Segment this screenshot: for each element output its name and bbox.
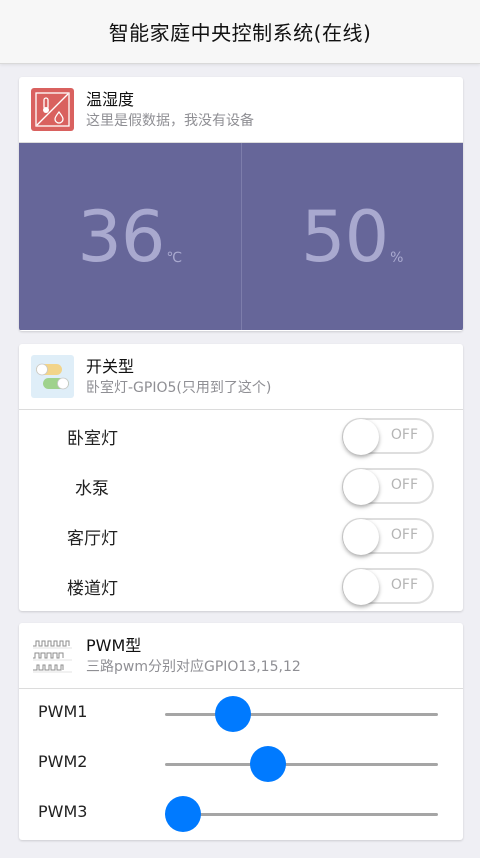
pwm-row: PWM3 bbox=[19, 789, 463, 839]
toggle-switch-icon bbox=[31, 355, 74, 398]
temperature-unit: ℃ bbox=[166, 250, 183, 266]
pwm-label: PWM2 bbox=[38, 752, 88, 771]
temperature-value: 36 bbox=[77, 195, 165, 278]
living-room-light-toggle[interactable]: OFF bbox=[342, 518, 434, 555]
navigation-bar: 智能家庭中央控制系统(在线) bbox=[0, 0, 480, 64]
switch-label: 水泵 bbox=[75, 478, 109, 499]
humidity-value: 50 bbox=[301, 195, 389, 278]
sensor-card-header: 温湿度 这里是假数据，我没有设备 bbox=[19, 77, 463, 143]
page-title: 智能家庭中央控制系统(在线) bbox=[108, 21, 372, 45]
waveform-icon bbox=[31, 634, 74, 677]
toggle-knob bbox=[343, 569, 379, 605]
pwm1-slider-thumb[interactable] bbox=[214, 696, 251, 732]
humidity-reading: 50 % bbox=[240, 143, 464, 330]
sensor-card: 温湿度 这里是假数据，我没有设备 36 ℃ 50 % bbox=[19, 77, 463, 331]
switch-label: 客厅灯 bbox=[67, 528, 118, 549]
switch-row-bedroom-light: 卧室灯 OFF bbox=[19, 411, 463, 461]
bedroom-light-toggle[interactable]: OFF bbox=[342, 418, 434, 455]
toggle-state-label: OFF bbox=[390, 577, 418, 593]
pwm-card-header: PWM型 三路pwm分别对应GPIO13,15,12 bbox=[19, 623, 463, 689]
toggle-knob bbox=[343, 469, 379, 505]
toggle-state-label: OFF bbox=[390, 527, 418, 543]
toggle-state-label: OFF bbox=[390, 427, 418, 443]
toggle-knob bbox=[343, 519, 379, 555]
pwm-label: PWM1 bbox=[38, 702, 88, 721]
switch-row-water-pump: 水泵 OFF bbox=[19, 461, 463, 511]
pwm1-slider-track[interactable] bbox=[165, 713, 438, 716]
pwm3-slider-thumb[interactable] bbox=[165, 796, 201, 832]
pwm-card: PWM型 三路pwm分别对应GPIO13,15,12 PWM1 PWM2 PWM… bbox=[19, 623, 463, 840]
sensor-readings-panel: 36 ℃ 50 % bbox=[19, 143, 463, 330]
switch-card-title: 开关型 bbox=[86, 356, 135, 376]
pwm3-slider-track[interactable] bbox=[165, 813, 438, 816]
pwm-card-subtitle: 三路pwm分别对应GPIO13,15,12 bbox=[86, 658, 301, 675]
switch-card-subtitle: 卧室灯-GPIO5(只用到了这个) bbox=[86, 379, 272, 396]
thermometer-droplet-icon bbox=[31, 88, 74, 131]
temperature-reading: 36 ℃ bbox=[19, 143, 241, 330]
sensor-card-subtitle: 这里是假数据，我没有设备 bbox=[86, 112, 254, 129]
toggle-knob bbox=[343, 419, 379, 455]
humidity-unit: % bbox=[390, 250, 404, 266]
switch-card: 开关型 卧室灯-GPIO5(只用到了这个) 卧室灯 OFF 水泵 OFF 客厅灯… bbox=[19, 344, 463, 611]
switch-row-corridor-light: 楼道灯 OFF bbox=[19, 561, 463, 611]
pwm-label: PWM3 bbox=[38, 802, 88, 821]
water-pump-toggle[interactable]: OFF bbox=[342, 468, 434, 505]
pwm2-slider-thumb[interactable] bbox=[250, 746, 287, 782]
corridor-light-toggle[interactable]: OFF bbox=[342, 568, 434, 605]
switch-label: 楼道灯 bbox=[67, 578, 118, 599]
pwm2-slider-track[interactable] bbox=[165, 763, 438, 766]
switch-card-header: 开关型 卧室灯-GPIO5(只用到了这个) bbox=[19, 344, 463, 410]
switch-row-living-room-light: 客厅灯 OFF bbox=[19, 511, 463, 561]
pwm-card-title: PWM型 bbox=[86, 635, 142, 655]
pwm-row: PWM1 bbox=[19, 689, 463, 739]
toggle-state-label: OFF bbox=[390, 477, 418, 493]
pwm-row: PWM2 bbox=[19, 739, 463, 789]
pwm-slider-list: PWM1 PWM2 PWM3 bbox=[19, 689, 463, 839]
switch-label: 卧室灯 bbox=[67, 428, 118, 449]
switch-list: 卧室灯 OFF 水泵 OFF 客厅灯 OFF 楼道灯 OFF bbox=[19, 410, 463, 611]
sensor-card-title: 温湿度 bbox=[86, 89, 135, 109]
